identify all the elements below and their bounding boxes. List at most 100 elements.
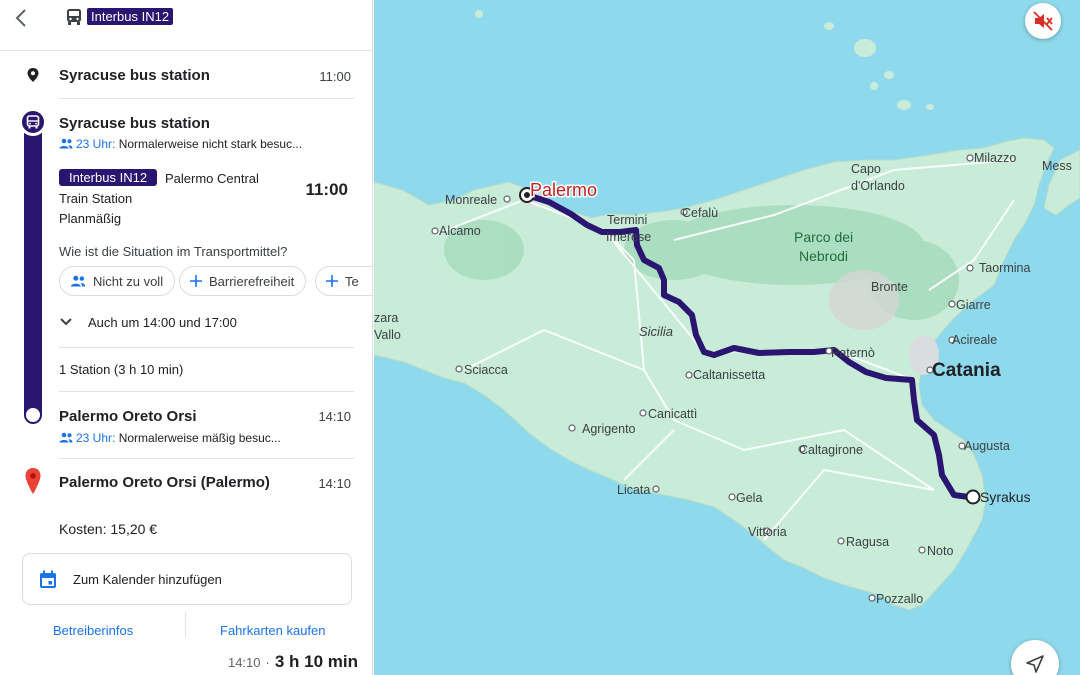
back-arrow-icon[interactable]: [10, 6, 34, 30]
schedule-status: Planmäßig: [59, 211, 122, 226]
bus-icon: [26, 115, 40, 129]
rail-bus-marker: [19, 108, 47, 136]
chevron-down-icon: [60, 318, 72, 326]
departure-crowd-info[interactable]: 23 Uhr: Normalerweise nicht stark besuc.…: [59, 137, 302, 151]
headsign-line2: Train Station: [59, 191, 133, 206]
map-label-acireale: Acireale: [952, 333, 997, 347]
add-to-calendar-button[interactable]: Zum Kalender hinzufügen: [22, 553, 352, 605]
crowd-text: Normalerweise mäßig besuc...: [118, 431, 281, 445]
chip-label: Te: [345, 273, 359, 289]
stops-summary[interactable]: 1 Station (3 h 10 min): [59, 362, 183, 377]
rail-end-dot: [26, 408, 40, 422]
destination-name: Palermo Oreto Orsi (Palermo): [59, 474, 270, 491]
map-label-agrigento: Agrigento: [582, 422, 636, 436]
map-label-licata: Licata: [617, 483, 650, 497]
chip-accessibility[interactable]: Barrierefreiheit: [179, 266, 307, 296]
origin-name: Syracuse bus station: [59, 67, 210, 84]
navigation-arrow-icon: [1026, 655, 1044, 673]
arrival-time: 14:10: [318, 409, 351, 424]
panel-header: Interbus IN12: [0, 0, 372, 51]
map-view[interactable]: Palermo Monreale Alcamo Termini Imerese …: [374, 0, 1080, 675]
map-label-nebrodi-1: Parco dei: [794, 229, 853, 245]
line-badge: Interbus IN12: [87, 8, 174, 25]
buy-tickets-link[interactable]: Fahrkarten kaufen: [220, 623, 326, 638]
divider: [59, 98, 354, 99]
feedback-question: Wie ist die Situation im Transportmittel…: [59, 244, 288, 259]
map-label-ragusa: Ragusa: [846, 535, 889, 549]
map-label-orlando: d'Orlando: [851, 179, 905, 193]
origin-time: 11:00: [319, 69, 351, 84]
map-label-palermo: Palermo: [530, 180, 597, 200]
map-label-paterno: Paternò: [831, 346, 875, 360]
map-label-alcamo: Alcamo: [439, 224, 481, 238]
destination-time: 14:10: [318, 476, 351, 491]
departure-time: 11:00: [305, 180, 348, 199]
map-label-cefalu: Cefalù: [682, 206, 718, 220]
map-label-nebrodi-2: Nebrodi: [799, 248, 848, 264]
trip-summary-footer: 14:10 · 3 h 10 min: [228, 652, 358, 672]
map-label-termini: Termini: [607, 213, 647, 227]
divider: [185, 612, 186, 637]
map-label-augusta: Augusta: [964, 439, 1010, 453]
footer-arrival-time: 14:10: [227, 655, 261, 670]
footer-separator: ·: [265, 655, 270, 670]
map-label-sciacca: Sciacca: [464, 363, 508, 377]
plus-icon: [190, 275, 202, 287]
map-label-catania: Catania: [932, 360, 1001, 381]
route-rail: [24, 112, 42, 424]
map-label-caltagirone: Caltagirone: [799, 443, 863, 457]
map-label-noto: Noto: [927, 544, 953, 558]
fare-cost: Kosten: 15,20 €: [59, 521, 158, 537]
chip-not-crowded[interactable]: Nicht zu voll: [59, 266, 176, 296]
map-label-caltanissetta: Caltanissetta: [693, 368, 765, 382]
map-label-imerese: Imerese: [606, 230, 651, 244]
arrival-stop-name: Palermo Oreto Orsi: [59, 408, 197, 425]
calendar-label: Zum Kalender hinzufügen: [73, 572, 222, 587]
crowd-text: Normalerweise nicht stark besuc...: [118, 137, 303, 151]
more-departures-toggle[interactable]: Auch um 14:00 und 17:00: [59, 312, 237, 332]
plus-icon: [326, 275, 338, 287]
map-label-monreale: Monreale: [445, 193, 497, 207]
divider: [59, 458, 354, 459]
chip-label: Barrierefreiheit: [209, 273, 295, 289]
etna-area: [829, 270, 899, 330]
mute-voice-button[interactable]: [1025, 3, 1061, 39]
map-label-messina: Mess: [1042, 159, 1072, 173]
chip-more[interactable]: Te: [315, 266, 372, 296]
map-label-milazzo: Milazzo: [974, 151, 1016, 165]
arrival-crowd-info[interactable]: 23 Uhr: Normalerweise mäßig besuc...: [59, 431, 281, 445]
map-label-syrakus: Syrakus: [980, 489, 1031, 505]
map-label-giarre: Giarre: [956, 298, 991, 312]
people-icon: [59, 138, 73, 149]
calendar-icon: [40, 570, 56, 588]
map-label-vittoria: Vittoria: [748, 525, 787, 539]
map-label-pozzallo: Pozzallo: [876, 592, 923, 606]
map-label-bronte: Bronte: [871, 280, 908, 294]
map-label-mazara: zara: [374, 311, 398, 325]
destination-marker[interactable]: [965, 489, 981, 505]
people-icon: [59, 432, 73, 443]
volume-off-icon: [1033, 11, 1053, 31]
map-label-sicilia: Sicilia: [639, 324, 673, 339]
chip-label: Nicht zu voll: [93, 273, 164, 289]
location-pin-icon: [27, 68, 39, 82]
map-label-vallo: Vallo: [374, 328, 401, 342]
trip-details-panel: Interbus IN12 Syracuse bus station 11:00…: [0, 0, 373, 675]
more-departures-label: Auch um 14:00 und 17:00: [88, 314, 237, 330]
destination-pin-icon: [25, 468, 41, 494]
map-label-gela: Gela: [736, 491, 762, 505]
map-label-taormina: Taormina: [979, 261, 1030, 275]
divider: [59, 391, 354, 392]
line-badge: Interbus IN12: [59, 169, 158, 186]
crowd-time: 23 Uhr:: [76, 431, 116, 445]
crowd-time: 23 Uhr:: [76, 137, 116, 151]
operator-info-link[interactable]: Betreiberinfos: [53, 623, 133, 638]
map-label-canicatti: Canicattì: [648, 407, 697, 421]
map-canvas[interactable]: Palermo Monreale Alcamo Termini Imerese …: [374, 0, 1080, 675]
headsign-line1: Palermo Central: [165, 171, 259, 186]
people-icon: [70, 275, 86, 287]
map-label-capo: Capo: [851, 162, 881, 176]
departure-stop-name: Syracuse bus station: [59, 115, 210, 132]
footer-duration: 3 h 10 min: [274, 652, 358, 671]
divider: [59, 347, 354, 348]
